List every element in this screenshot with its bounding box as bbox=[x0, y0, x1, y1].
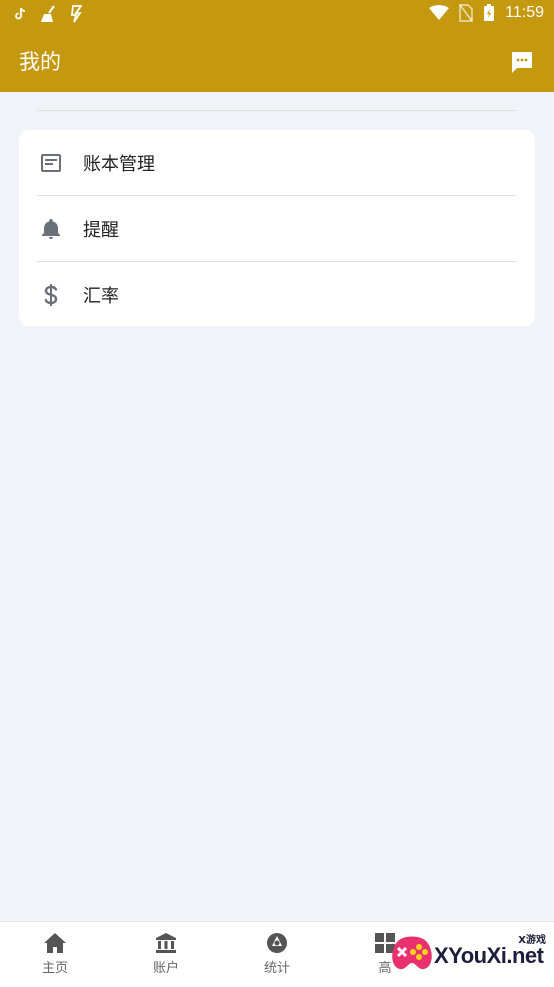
settings-card: 账本管理 提醒 汇率 bbox=[19, 130, 535, 326]
watermark-brand: XYouXi.net bbox=[434, 943, 544, 968]
tiktok-icon bbox=[15, 7, 26, 20]
battery-icon bbox=[484, 4, 495, 21]
top-divider bbox=[37, 110, 517, 111]
page-title: 我的 bbox=[19, 50, 61, 74]
tab-home[interactable]: 主页 bbox=[25, 932, 85, 976]
tab-label: 主页 bbox=[41, 961, 68, 976]
gamepad-logo-icon bbox=[392, 936, 432, 970]
tab-statistics[interactable]: 统计 bbox=[247, 932, 307, 976]
menu-item-label: 提醒 bbox=[83, 220, 119, 241]
message-icon bbox=[512, 52, 532, 73]
broom-icon bbox=[41, 5, 55, 22]
bolt-icon bbox=[70, 5, 82, 23]
message-button[interactable] bbox=[510, 50, 534, 74]
menu-item-ledger-management[interactable]: 账本管理 bbox=[19, 130, 535, 196]
menu-item-label: 汇率 bbox=[83, 286, 119, 307]
menu-item-exchange-rate[interactable]: 汇率 bbox=[19, 262, 535, 328]
tab-accounts[interactable]: 账户 bbox=[136, 932, 196, 976]
tab-label: 统计 bbox=[263, 961, 290, 976]
menu-item-reminder[interactable]: 提醒 bbox=[19, 196, 535, 262]
dollar-icon bbox=[44, 284, 58, 306]
sim-off-icon bbox=[459, 4, 473, 22]
wifi-icon bbox=[429, 5, 450, 20]
tab-label: 账户 bbox=[152, 961, 179, 976]
home-icon bbox=[44, 933, 66, 953]
stats-icon bbox=[267, 933, 287, 953]
app-bar: 我的 bbox=[0, 30, 554, 92]
bank-icon bbox=[156, 933, 176, 953]
status-time: 11:59 bbox=[505, 4, 544, 21]
bell-icon bbox=[42, 219, 60, 239]
watermark: X游戏 XYouXi.net bbox=[392, 929, 548, 977]
ledger-icon bbox=[41, 154, 61, 172]
status-bar: 11:59 bbox=[0, 0, 554, 30]
menu-item-label: 账本管理 bbox=[83, 154, 155, 175]
